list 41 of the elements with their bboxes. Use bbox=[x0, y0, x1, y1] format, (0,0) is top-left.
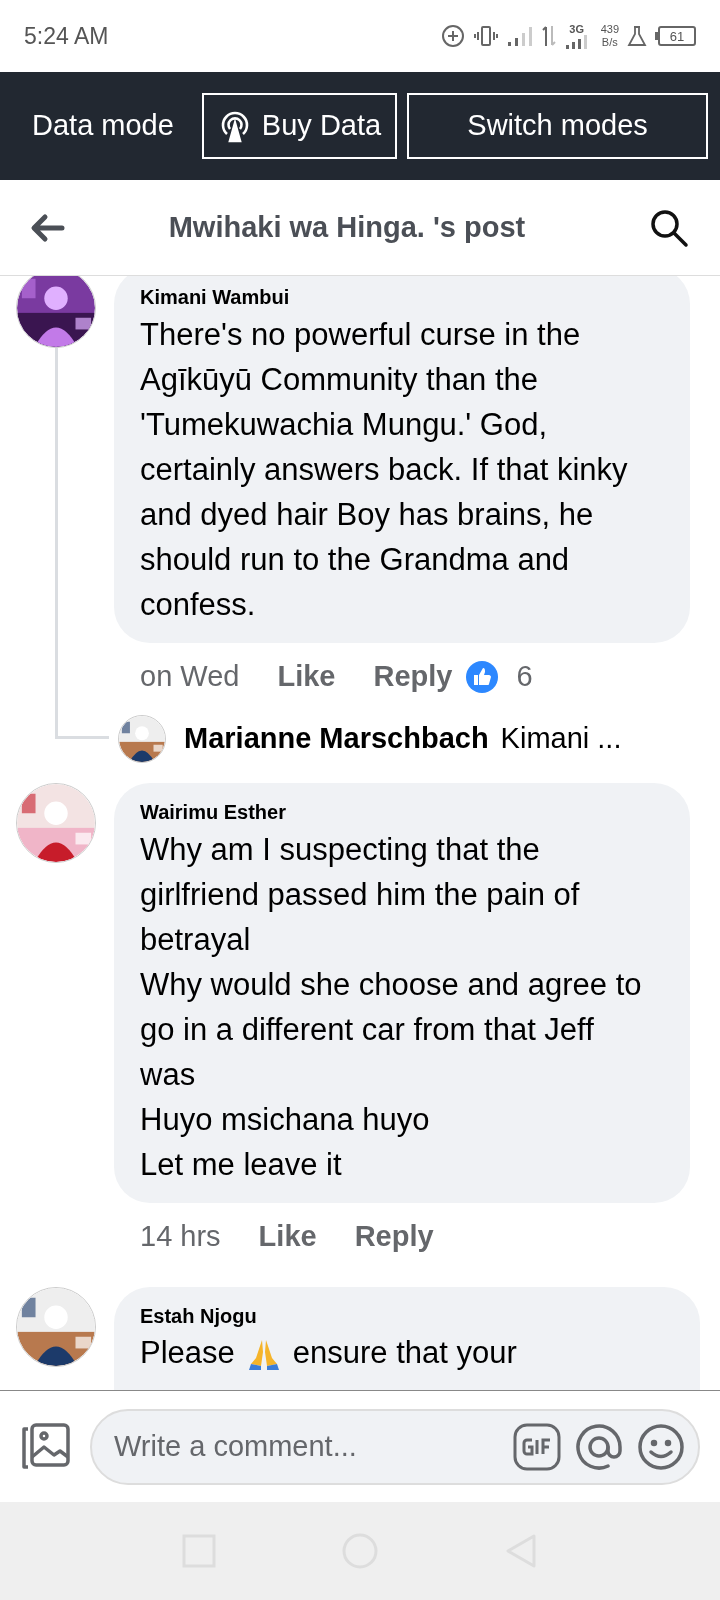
reply-link[interactable]: Reply bbox=[354, 1215, 434, 1259]
photo-button[interactable] bbox=[20, 1422, 72, 1471]
battery-percent: 61 bbox=[669, 29, 685, 43]
comment-text: Please bbox=[140, 1334, 235, 1372]
comment-text: Why am I suspecting that the girlfriend passed him the pain of betrayal Why would she choose and agree to go in a different car from that Jeff was Huyo msichana huyo Let me leave it bbox=[140, 831, 643, 1184]
comment-author[interactable]: Estah Njogu bbox=[140, 1303, 700, 1329]
switch-modes-button[interactable]: Switch modes bbox=[407, 93, 708, 159]
add-circle-icon bbox=[440, 24, 465, 48]
comment-time: on Wed bbox=[140, 659, 240, 695]
flask-icon bbox=[627, 25, 647, 47]
thumbs-up-icon bbox=[466, 661, 499, 693]
comment-author[interactable]: Wairimu Esther bbox=[140, 799, 650, 825]
buy-data-button[interactable]: Buy Data bbox=[201, 93, 398, 159]
gif-icon[interactable] bbox=[512, 1421, 562, 1472]
data-arrows-icon bbox=[540, 24, 557, 48]
comment-author[interactable]: Kimani Wambui bbox=[140, 284, 650, 310]
comment-text: There's no powerful curse in the Agīkūyū Community than the 'Tumekuwachia Mungu.' God, certainly answers back. If that kinky and dyed hair Boy has brains, he should run to the Grandma and confess. bbox=[140, 316, 629, 624]
signal-icon bbox=[564, 34, 589, 49]
comment-field[interactable]: Write a comment... bbox=[90, 1408, 700, 1485]
like-link[interactable]: Like bbox=[277, 655, 336, 699]
post-title: Mwihaki wa Hinga. 's post bbox=[167, 209, 527, 245]
emoji-icon[interactable] bbox=[636, 1421, 686, 1472]
reply-author: Marianne Marschbach bbox=[184, 721, 489, 757]
reply-preview[interactable]: Marianne Marschbach Kimani ... bbox=[114, 711, 622, 767]
reply-link[interactable]: Reply bbox=[373, 655, 453, 699]
speed-unit: B/s bbox=[601, 37, 618, 48]
network-speed: 439 bbox=[600, 24, 619, 35]
reaction-count: 6 bbox=[516, 659, 533, 695]
reply-preview-text: Kimani ... bbox=[500, 721, 622, 757]
like-link[interactable]: Like bbox=[258, 1215, 317, 1259]
signal-icon bbox=[506, 24, 533, 48]
back-arrow-icon bbox=[30, 212, 66, 243]
network-type: 3G bbox=[569, 23, 584, 35]
data-mode-label: Data mode bbox=[32, 108, 174, 144]
search-icon bbox=[649, 207, 689, 248]
photo-icon bbox=[20, 1422, 72, 1471]
comment-time: 14 hrs bbox=[140, 1219, 221, 1255]
clock-time: 5:24 AM bbox=[24, 21, 109, 51]
comment-text: ensure that your bbox=[292, 1334, 517, 1372]
vibrate-icon bbox=[472, 24, 499, 48]
mention-icon[interactable] bbox=[574, 1421, 624, 1472]
